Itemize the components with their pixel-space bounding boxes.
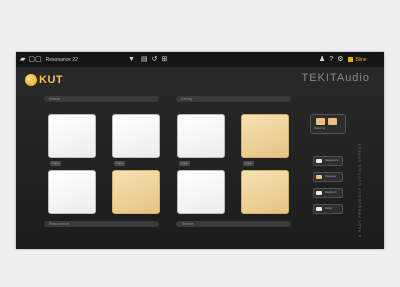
brand-name: TEKITAudio [301, 72, 370, 84]
option-label: Random [325, 190, 337, 194]
preset-dropdown-icon[interactable]: ▼ [128, 56, 135, 63]
logo-disc-icon [25, 74, 37, 86]
pad-2[interactable] [112, 114, 160, 158]
pad-label-1: Tune [50, 161, 61, 166]
option-sequence[interactable]: Sequence [313, 156, 343, 166]
option-led [316, 175, 322, 179]
settings-icon[interactable]: ⚙ [337, 56, 343, 63]
undo-icon[interactable]: ↺ [152, 56, 158, 63]
section-top-left: Attack [44, 96, 159, 102]
preset-name[interactable]: Resonance 22 [46, 57, 78, 63]
pad-label-2: Tune [114, 161, 125, 166]
section-top-right: Decay [176, 96, 291, 102]
option-label: Sequence [325, 158, 339, 162]
option-release[interactable]: Release [313, 172, 343, 182]
section-bottom-left: Resonance [44, 221, 159, 227]
pad-1[interactable] [48, 114, 96, 158]
host-toolbar: ▰ ▢ ▢ Resonance 22 ▼ ▤ ↺ ⊞ ♟ ? ⚙ Bline [16, 52, 384, 67]
grid-icon[interactable]: ⊞ [161, 56, 167, 63]
plugin-logo: KUT [25, 73, 63, 87]
option-label: Release [325, 174, 337, 178]
pad-3[interactable] [177, 114, 225, 158]
folder-icon[interactable]: ▰ [20, 56, 25, 63]
option-random[interactable]: Random [313, 188, 343, 198]
plugin-window: ▰ ▢ ▢ Resonance 22 ▼ ▤ ↺ ⊞ ♟ ? ⚙ Bline K… [16, 52, 384, 249]
section-bottom-right: Timbre [176, 221, 291, 227]
pad-8[interactable] [241, 170, 289, 214]
pattern-selector[interactable]: Patterns [310, 114, 346, 134]
pad-5[interactable] [48, 170, 96, 214]
live-label[interactable]: Bline [355, 57, 366, 63]
users-icon[interactable]: ♟ [319, 56, 325, 63]
pattern-swatch-2[interactable] [328, 118, 337, 125]
pad-7[interactable] [177, 170, 225, 214]
pattern-swatch-1[interactable] [316, 118, 325, 125]
help-icon[interactable]: ? [329, 56, 333, 63]
pad-4[interactable] [241, 114, 289, 158]
save-icon[interactable]: ▤ [141, 56, 148, 63]
product-tagline: 8 PADS FREQUENCY CUTTING EFFECT [357, 142, 362, 237]
compare-b-icon[interactable]: ▢ [35, 56, 42, 63]
option-label: Ratio [325, 206, 333, 210]
option-led [316, 159, 322, 163]
option-led [316, 207, 322, 211]
option-led [316, 191, 322, 195]
option-ratio[interactable]: Ratio [313, 204, 343, 214]
live-indicator-icon[interactable] [348, 57, 354, 62]
pad-label-3: Tune [179, 161, 190, 166]
compare-a-icon[interactable]: ▢ [28, 56, 35, 63]
logo-text: KUT [39, 74, 64, 86]
pattern-label: Patterns [314, 126, 326, 130]
pad-6[interactable] [112, 170, 160, 214]
pad-label-4: Tune [243, 161, 254, 166]
